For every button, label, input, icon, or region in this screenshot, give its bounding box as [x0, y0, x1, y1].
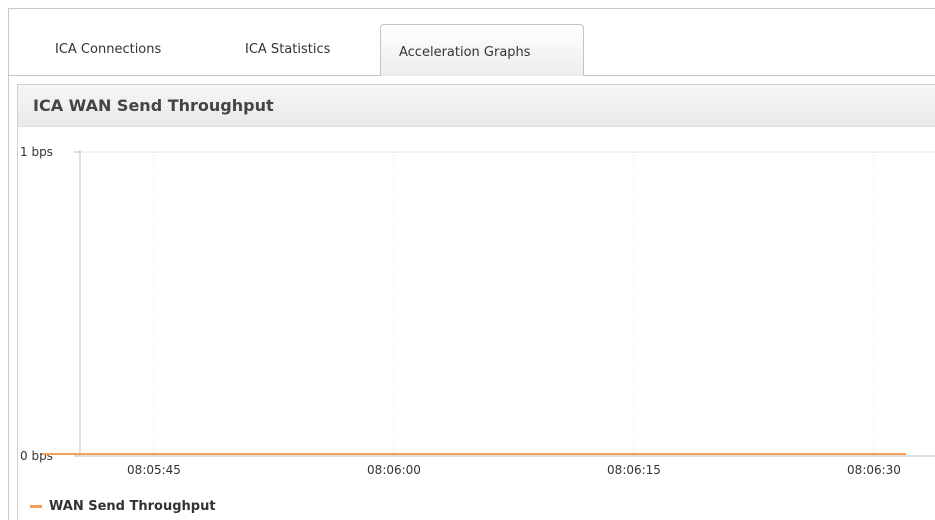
panel-header: ICA WAN Send Throughput: [18, 85, 935, 127]
tab-ica-connections[interactable]: ICA Connections: [55, 42, 161, 57]
x-tick-label: 08:05:45: [127, 463, 181, 477]
chart-legend[interactable]: WAN Send Throughput: [30, 496, 216, 516]
y-tick-label: 0 bps: [20, 449, 53, 463]
throughput-chart: 1 bps 0 bps 08:05:45 08:06:00 08:06:15 08:06:…: [20, 145, 935, 477]
x-tick-label: 08:06:15: [607, 463, 661, 477]
legend-swatch: [30, 504, 42, 508]
legend-label: WAN Send Throughput: [49, 498, 216, 514]
tab-bar: ICA Connections ICA Statistics Accelerat…: [9, 9, 935, 76]
x-tick-label: 08:06:30: [847, 463, 901, 477]
tab-acceleration-graphs[interactable]: Acceleration Graphs: [380, 24, 584, 76]
y-tick-label: 1 bps: [20, 145, 53, 159]
x-tick-label: 08:06:00: [367, 463, 421, 477]
tab-divider: [583, 75, 935, 76]
panel-title: ICA WAN Send Throughput: [33, 96, 274, 115]
tab-ica-statistics[interactable]: ICA Statistics: [245, 42, 330, 57]
tab-divider: [9, 75, 380, 76]
